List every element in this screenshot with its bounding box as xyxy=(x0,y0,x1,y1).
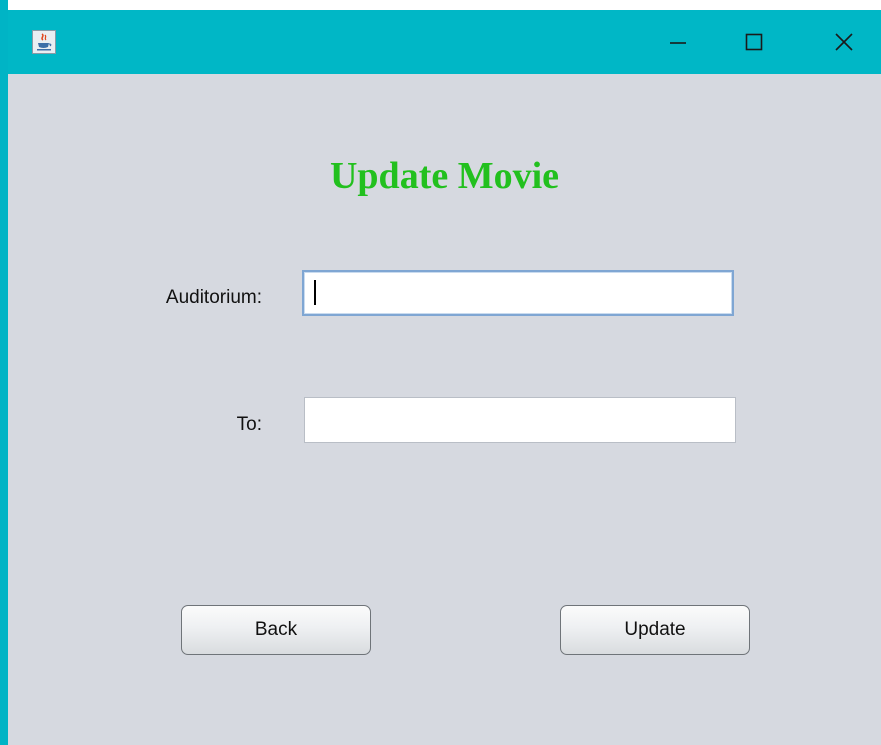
java-cup-icon[interactable] xyxy=(32,30,56,54)
minimize-button[interactable] xyxy=(648,10,708,74)
auditorium-label: Auditorium: xyxy=(165,287,262,308)
window-top-edge xyxy=(0,0,881,10)
update-button[interactable]: Update xyxy=(560,605,750,655)
text-caret xyxy=(314,280,316,305)
window-left-edge xyxy=(0,0,8,745)
to-label: To: xyxy=(236,414,262,435)
page-title: Update Movie xyxy=(329,155,560,197)
close-icon xyxy=(835,33,853,51)
title-bar[interactable] xyxy=(8,10,881,74)
form-panel: Update Movie Auditorium: To: Back Update xyxy=(8,74,881,745)
auditorium-input[interactable] xyxy=(302,270,734,316)
maximize-icon xyxy=(745,33,763,51)
back-button[interactable]: Back xyxy=(181,605,371,655)
minimize-icon xyxy=(670,42,686,44)
maximize-button[interactable] xyxy=(724,10,784,74)
app-window: Update Movie Auditorium: To: Back Update xyxy=(0,0,881,745)
close-button[interactable] xyxy=(814,10,874,74)
to-input[interactable] xyxy=(304,397,736,443)
